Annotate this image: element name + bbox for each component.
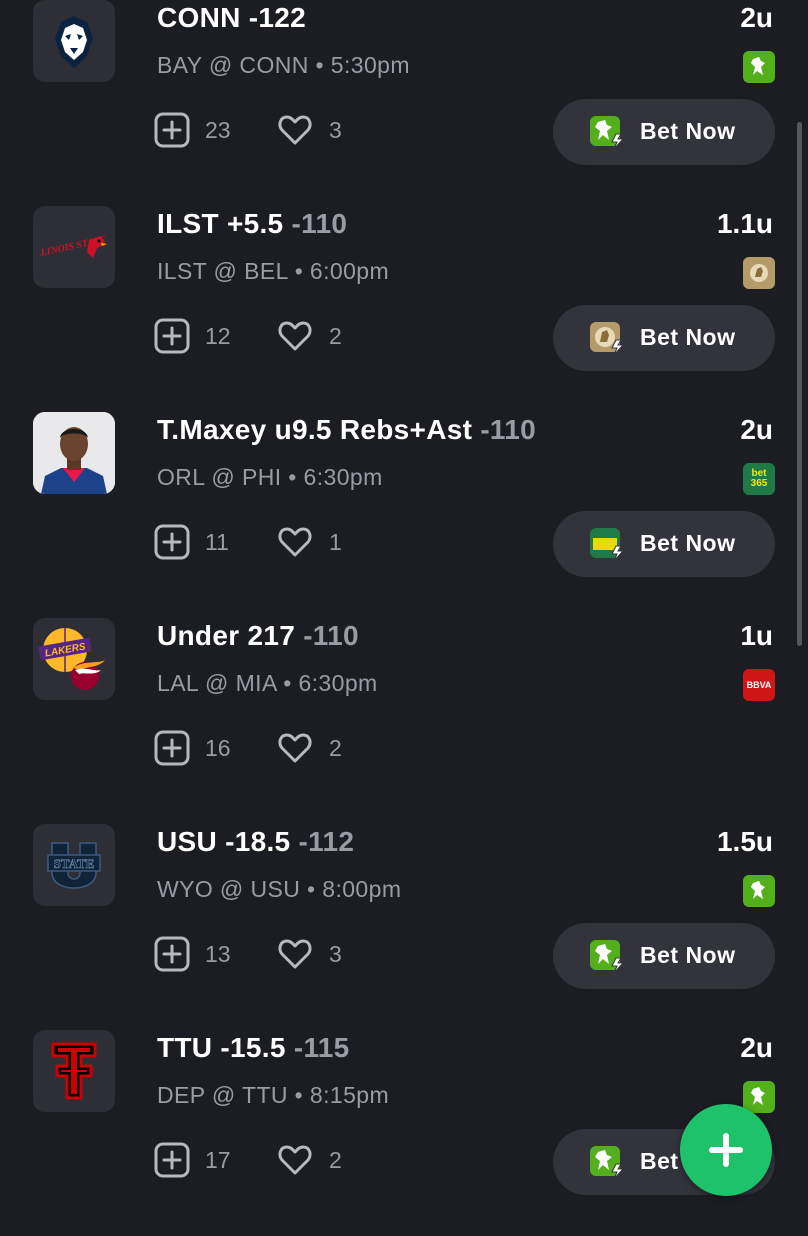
like-count: 2 — [329, 1147, 342, 1173]
heart-icon[interactable] — [277, 1142, 313, 1178]
bet-now-label: Bet Now — [640, 118, 736, 144]
heart-icon[interactable] — [277, 730, 313, 766]
bet-now-label: Bet Now — [640, 530, 736, 556]
pick-title: USU -18.5 -112 — [157, 826, 354, 858]
bet-now-label: Bet Now — [640, 324, 736, 350]
betmgm-icon — [743, 257, 775, 289]
like-count: 2 — [329, 323, 342, 349]
tail-plus-icon[interactable] — [154, 112, 190, 148]
matchup-time: DEP @ TTU • 8:15pm — [157, 1082, 390, 1108]
tail-count: 17 — [205, 1147, 231, 1173]
pick-card[interactable]: LAKERS Under 217 -110 LAL @ MIA • 6:30pm… — [0, 618, 808, 824]
pick-card[interactable]: ILLINOIS STATE ILST +5.5 -110 ILST @ BEL… — [0, 206, 808, 412]
draftkings-icon — [743, 875, 775, 907]
uconn-husky-logo — [33, 0, 115, 82]
pick-card[interactable]: STATE USU -18.5 -112 WYO @ USU • 8:00pm … — [0, 824, 808, 1030]
pick-line: Under 217 — [157, 620, 296, 651]
pick-title: ILST +5.5 -110 — [157, 208, 347, 240]
matchup-time: ORL @ PHI • 6:30pm — [157, 464, 383, 490]
utah-state-logo-text: STATE — [54, 856, 95, 871]
bbva-icon: BBVA — [743, 669, 775, 701]
bet-now-button[interactable]: Bet Now — [553, 511, 775, 577]
like-count: 2 — [329, 735, 342, 761]
heart-icon[interactable] — [277, 112, 313, 148]
tail-plus-icon[interactable] — [154, 524, 190, 560]
tail-count: 13 — [205, 941, 231, 967]
draftkings-bet-icon — [590, 116, 625, 150]
pick-odds: -112 — [298, 826, 355, 857]
bet365-icon-text: bet 365 — [750, 468, 768, 489]
matchup-time: BAY @ CONN • 5:30pm — [157, 52, 410, 78]
bet-now-label: Bet Now — [640, 942, 736, 968]
tail-count: 12 — [205, 323, 231, 349]
pick-title: T.Maxey u9.5 Rebs+Ast -110 — [157, 414, 536, 446]
bet-now-button[interactable]: Bet Now — [553, 99, 775, 165]
bet365-icon: bet 365 — [743, 463, 775, 495]
pick-odds: -110 — [480, 414, 537, 445]
pick-line: CONN -122 — [157, 2, 306, 33]
bbva-icon-text: BBVA — [746, 680, 772, 690]
bet365-bet-icon — [590, 528, 625, 562]
pick-title: TTU -15.5 -115 — [157, 1032, 350, 1064]
bet-now-button[interactable]: Bet Now — [553, 305, 775, 371]
units: 1.1u — [716, 208, 773, 239]
pick-line: USU -18.5 — [157, 826, 291, 857]
plus-icon — [709, 1133, 743, 1167]
draftkings-bet-icon — [590, 1146, 625, 1180]
draftkings-icon — [743, 51, 775, 83]
tail-plus-icon[interactable] — [154, 936, 190, 972]
pick-line: ILST +5.5 — [157, 208, 284, 239]
pick-odds: -115 — [293, 1032, 350, 1063]
betmgm-bet-icon — [590, 322, 625, 356]
draftkings-bet-icon — [590, 940, 625, 974]
utah-state-logo: STATE — [33, 824, 115, 906]
pick-line: TTU -15.5 — [157, 1032, 286, 1063]
add-pick-button[interactable] — [680, 1104, 772, 1196]
pick-card[interactable]: T.Maxey u9.5 Rebs+Ast -110 ORL @ PHI • 6… — [0, 412, 808, 618]
heart-icon[interactable] — [277, 936, 313, 972]
pick-title: Under 217 -110 — [157, 620, 359, 652]
illinois-state-logo: ILLINOIS STATE — [33, 206, 115, 288]
tail-plus-icon[interactable] — [154, 318, 190, 354]
tail-plus-icon[interactable] — [154, 1142, 190, 1178]
lakers-heat-logo: LAKERS — [33, 618, 115, 700]
units: 2u — [740, 414, 773, 445]
heart-icon[interactable] — [277, 318, 313, 354]
matchup-time: ILST @ BEL • 6:00pm — [157, 258, 390, 284]
tail-plus-icon[interactable] — [154, 730, 190, 766]
pick-line: T.Maxey u9.5 Rebs+Ast — [157, 414, 473, 445]
units: 1u — [740, 620, 773, 651]
texas-tech-logo — [33, 1030, 115, 1112]
draftkings-icon — [743, 1081, 775, 1113]
pick-card[interactable]: CONN -122 BAY @ CONN • 5:30pm 2u 23 3 Be… — [0, 0, 808, 206]
pick-odds: -110 — [303, 620, 359, 651]
bet-now-button[interactable]: Bet Now — [553, 923, 775, 989]
player-headshot — [33, 412, 115, 494]
tail-count: 23 — [205, 117, 231, 143]
matchup-time: WYO @ USU • 8:00pm — [157, 876, 402, 902]
tail-count: 16 — [205, 735, 231, 761]
units: 2u — [740, 2, 773, 33]
pick-title: CONN -122 — [157, 2, 306, 34]
scrollbar[interactable] — [797, 122, 802, 646]
like-count: 1 — [329, 529, 342, 555]
tail-count: 11 — [205, 529, 229, 555]
pick-odds: -110 — [291, 208, 348, 239]
units: 1.5u — [716, 826, 773, 857]
matchup-time: LAL @ MIA • 6:30pm — [157, 670, 378, 696]
like-count: 3 — [329, 941, 342, 967]
heart-icon[interactable] — [277, 524, 313, 560]
units: 2u — [740, 1032, 773, 1063]
like-count: 3 — [329, 117, 342, 143]
